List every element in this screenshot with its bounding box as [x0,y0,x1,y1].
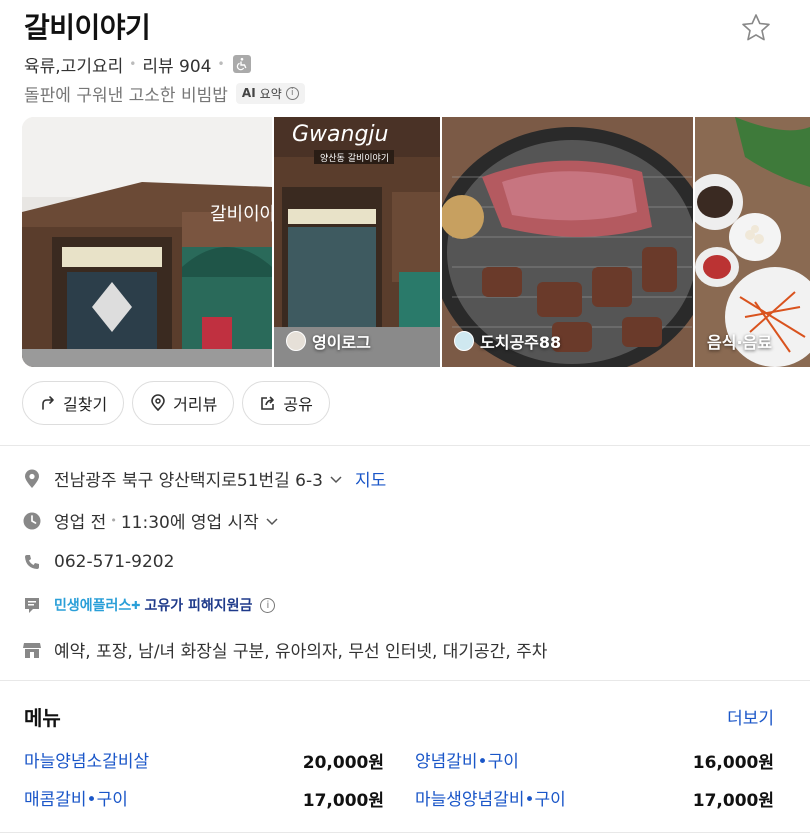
ai-summary-label: 요약 [259,86,282,101]
info-icon[interactable]: i [260,597,276,613]
place-meta: 육류,고기요리 • 리뷰 904 • [24,52,784,77]
menu-item-name[interactable]: 마늘생양념갈비•구이 [415,785,566,810]
promo-brand: 민생에플러스 [54,598,132,614]
separator-dot: • [217,57,225,71]
action-bar: 길찾기 거리뷰 공유 [22,381,330,425]
promo-row: 민생에플러스 ✚ 고유가 피해지원금 i [22,595,276,615]
place-description: 돌판에 구워낸 고소한 비빔밥 AI 요약 i [24,80,784,106]
share-icon [261,396,275,410]
chevron-down-icon[interactable] [329,472,343,486]
promo-text: 고유가 피해지원금 [144,598,253,614]
place-category: 육류,고기요리 [24,56,124,77]
share-label: 공유 [283,395,313,414]
photo-gallery[interactable]: 갈비이야 Gwangju 양산동 갈비이야기 영이로그 도치공주88 음식·음료 [22,117,810,367]
place-title: 갈비이야기 [24,11,151,44]
photo-caption-text: 도치공주88 [480,333,562,352]
amenities-row: 예약, 포장, 남/녀 화장실 구분, 유아의자, 무선 인터넷, 대기공간, … [22,637,547,662]
address-row: 전남광주 북구 양산택지로51번길 6-3 지도 [22,466,386,491]
clock-icon [22,511,42,531]
place-header: 갈비이야기 육류,고기요리 • 리뷰 904 • 돌판에 구워낸 고소한 비빔밥… [24,10,784,106]
phone-icon [22,552,42,572]
storefront-image: 갈비이야 [22,117,272,367]
photo-grill[interactable]: 도치공주88 [442,117,693,367]
store-icon [22,640,42,660]
menu-item-price: 17,000원 [302,791,384,811]
photo-side-dishes[interactable]: 음식·음료 [695,117,810,367]
wheelchair-icon [232,55,251,73]
menu-item-name[interactable]: 양념갈비•구이 [415,747,519,772]
phone-number[interactable]: 062-571-9202 [54,552,174,572]
map-link[interactable]: 지도 [355,466,386,491]
photo-entrance[interactable]: Gwangju 양산동 갈비이야기 영이로그 [274,117,440,367]
menu-item-price: 16,000원 [692,753,774,773]
location-pin-icon [151,394,165,412]
ai-label: AI [241,86,256,100]
hours-text: 11:30에 영업 시작 [120,513,259,533]
menu-title: 메뉴 [24,706,61,730]
avatar [286,331,306,351]
photo-sign-sub: 양산동 갈비이야기 [320,153,389,164]
photo-caption-text: 음식·음료 [707,333,772,352]
photo-caption: 영이로그 [286,329,371,353]
ai-summary-button[interactable]: AI 요약 i [235,82,305,104]
status-text: 영업 전 [54,513,107,533]
directions-label: 길찾기 [63,395,108,414]
separator-dot: • [129,57,137,71]
menu-item-price: 20,000원 [302,753,384,773]
divider [0,680,810,681]
phone-row: 062-571-9202 [22,552,174,572]
plus-icon: ✚ [131,598,141,612]
more-link[interactable]: 더보기 [727,704,774,729]
menu-item-name[interactable]: 매콤갈비•구이 [24,785,128,810]
photo-storefront[interactable]: 갈비이야 [22,117,272,367]
description-text: 돌판에 구워낸 고소한 비빔밥 [24,85,228,106]
menu-item-name[interactable]: 마늘양념소갈비살 [24,747,149,772]
address-text[interactable]: 전남광주 북구 양산택지로51번길 6-3 [54,466,323,491]
separator-dot: • [110,514,117,527]
divider [0,445,810,446]
note-icon [22,595,42,615]
info-icon: i [285,86,299,100]
photo-caption-text: 영이로그 [312,333,371,352]
hours-row[interactable]: 영업 전 • 11:30에 영업 시작 [22,508,279,533]
divider [0,832,810,833]
avatar [454,331,474,351]
street-view-label: 거리뷰 [173,395,218,414]
star-icon[interactable] [740,12,772,44]
directions-button[interactable]: 길찾기 [22,381,125,425]
photo-caption: 음식·음료 [707,329,772,353]
review-count[interactable]: 리뷰 904 [142,52,211,77]
location-pin-icon [22,469,42,489]
svg-text:갈비이야: 갈비이야 [210,204,272,225]
directions-icon [42,396,54,410]
menu-item-price: 17,000원 [692,791,774,811]
chevron-down-icon[interactable] [265,514,279,528]
street-view-button[interactable]: 거리뷰 [132,381,235,425]
photo-sign-text: Gwangju [292,122,389,147]
amenities-text: 예약, 포장, 남/녀 화장실 구분, 유아의자, 무선 인터넷, 대기공간, … [54,642,548,662]
share-button[interactable]: 공유 [242,381,330,425]
photo-caption: 도치공주88 [454,329,561,353]
